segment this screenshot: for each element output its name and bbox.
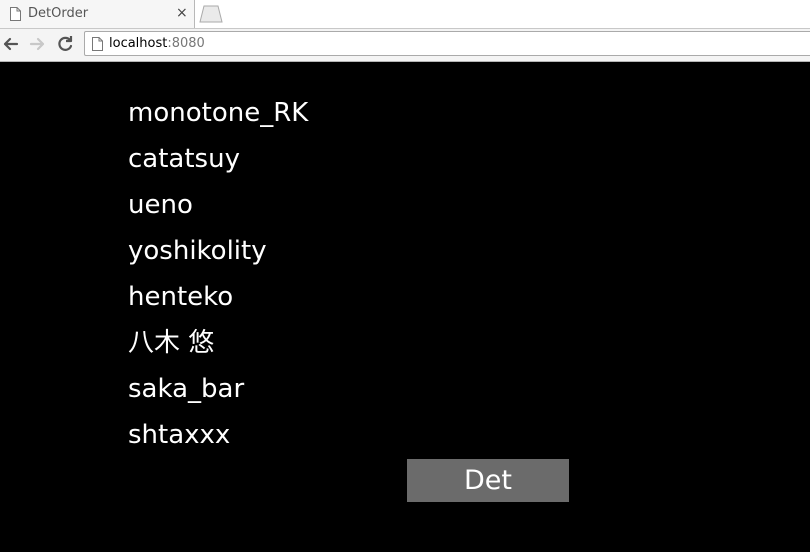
forward-arrow-icon[interactable] xyxy=(26,33,48,55)
list-item: catatsuy xyxy=(128,144,240,174)
list-item: ueno xyxy=(128,190,193,220)
page-content: monotone_RK catatsuy ueno yoshikolity he… xyxy=(0,62,810,552)
url-port: :8080 xyxy=(167,36,205,51)
list-item: shtaxxx xyxy=(128,420,231,450)
tab-title: DetOrder xyxy=(28,6,89,21)
url-text: localhost:8080 xyxy=(109,36,205,51)
url-host: localhost xyxy=(109,36,168,51)
reload-icon[interactable] xyxy=(54,33,76,55)
new-tab-button[interactable] xyxy=(199,5,223,23)
page-icon xyxy=(92,37,103,51)
list-item: henteko xyxy=(128,282,234,312)
back-arrow-icon[interactable] xyxy=(0,33,22,55)
list-item: yoshikolity xyxy=(128,236,267,266)
close-icon[interactable]: × xyxy=(176,5,188,21)
browser-toolbar: localhost:8080 xyxy=(0,29,810,62)
list-item: 八木 悠 xyxy=(128,328,215,358)
address-bar[interactable]: localhost:8080 xyxy=(84,31,810,56)
det-button[interactable]: Det xyxy=(407,459,569,502)
tab-strip: DetOrder × xyxy=(0,0,810,29)
list-item: monotone_RK xyxy=(128,98,309,128)
name-list: monotone_RK catatsuy ueno yoshikolity he… xyxy=(128,96,308,464)
browser-tab[interactable]: DetOrder × xyxy=(0,0,195,28)
list-item: saka_bar xyxy=(128,374,245,404)
page-icon xyxy=(10,7,21,21)
browser-chrome: DetOrder × localhost:8080 xyxy=(0,0,810,62)
